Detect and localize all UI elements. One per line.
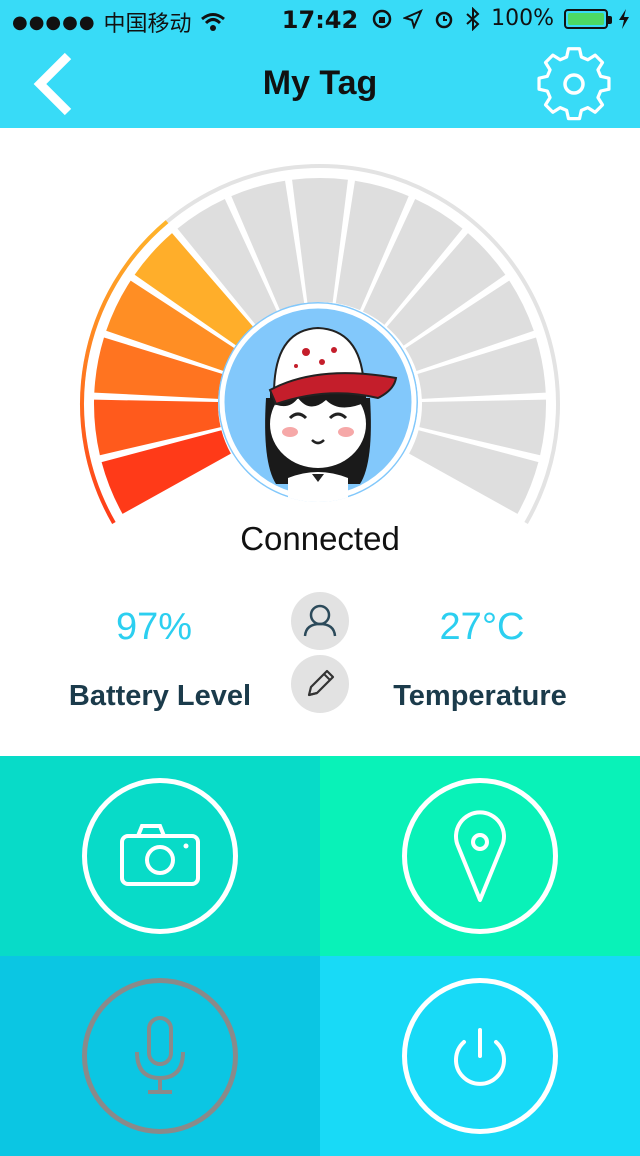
battery-label: Battery Level — [68, 680, 252, 712]
microphone-tile[interactable] — [0, 956, 320, 1156]
edit-button[interactable] — [291, 655, 349, 713]
battery-fill — [568, 12, 604, 25]
location-tile[interactable] — [320, 756, 640, 956]
battery-percent: 100% — [491, 6, 554, 31]
battery-icon — [564, 8, 612, 29]
battery-value: 97% — [115, 606, 193, 648]
bluetooth-icon — [466, 6, 480, 31]
connection-status: Connected — [240, 520, 400, 557]
charging-bolt-icon — [619, 8, 629, 29]
gear-icon[interactable] — [536, 46, 612, 122]
profile-button[interactable] — [291, 592, 349, 650]
rotation-lock-icon — [372, 9, 392, 28]
power-icon — [454, 1028, 506, 1086]
location-pin-icon — [454, 810, 506, 902]
power-tile[interactable] — [320, 956, 640, 1156]
pencil-icon — [307, 669, 335, 697]
location-arrow-icon — [403, 8, 424, 29]
status-right: 100% — [371, 6, 630, 31]
temperature-value: 27°C — [439, 606, 525, 648]
camera-tile[interactable] — [0, 756, 320, 956]
status-bar: ●●●●● 中国移动 17:42 100% — [0, 0, 640, 40]
alarm-icon — [435, 11, 453, 28]
temperature-label: Temperature — [393, 680, 567, 712]
nav-bar: My Tag — [0, 40, 640, 128]
microphone-icon — [135, 1016, 185, 1094]
avatar-image — [218, 302, 418, 502]
avatar[interactable] — [218, 302, 418, 502]
camera-icon — [120, 824, 200, 886]
person-icon — [303, 604, 337, 637]
